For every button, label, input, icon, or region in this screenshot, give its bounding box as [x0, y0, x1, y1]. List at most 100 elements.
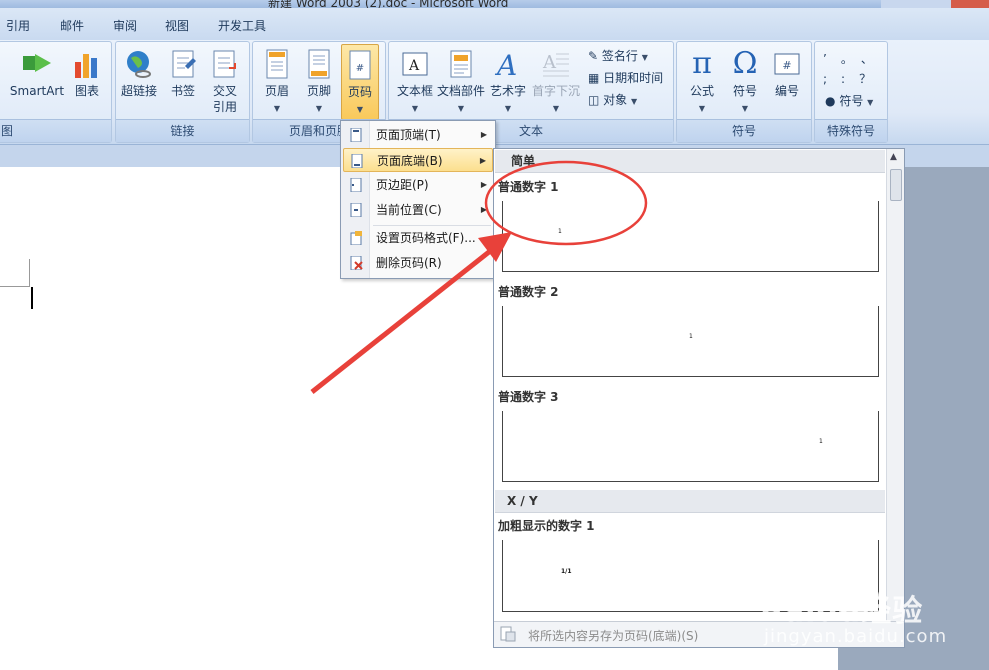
special-symbol-button[interactable]: ● 符号 ▼: [825, 92, 873, 109]
dropdown-arrow-icon: ▼: [457, 104, 465, 113]
group-special-symbols: ’。、 ;:？ ● 符号 ▼ 特殊符号: [814, 41, 888, 143]
hyperlink-button[interactable]: 超链接: [119, 48, 159, 99]
submenu-arrow-icon: ▶: [479, 156, 486, 165]
hyperlink-label: 超链接: [120, 84, 157, 98]
gallery-item-plain-number-2[interactable]: 1: [502, 306, 879, 377]
menu-item-current-position[interactable]: 当前位置(C) ▶: [343, 198, 493, 222]
quickparts-label: 文档部件: [437, 84, 486, 98]
minimize-button[interactable]: [881, 0, 919, 8]
dropdown-arrow-icon: ▼: [552, 104, 560, 113]
tab-review[interactable]: 审阅: [113, 17, 137, 34]
tab-mailings[interactable]: 邮件: [60, 17, 84, 34]
dropdown-arrow-icon: ▼: [411, 104, 419, 113]
crossref-button[interactable]: 交叉 引用: [205, 48, 245, 115]
menu-item-bottom-of-page[interactable]: 页面底端(B) ▶: [343, 148, 493, 172]
symbol-label: 符号: [732, 84, 757, 98]
special-char[interactable]: 、: [861, 52, 887, 66]
special-chars-row-1[interactable]: ’。、: [823, 50, 887, 67]
chart-button[interactable]: 图表: [69, 48, 105, 99]
datetime-label: 日期和时间: [603, 71, 664, 85]
numbering-button[interactable]: # 编号: [767, 48, 807, 99]
footer-label: 页脚: [306, 84, 331, 98]
special-char[interactable]: ？: [859, 72, 885, 86]
svg-text:A: A: [408, 58, 420, 74]
wordart-button[interactable]: A 艺术字 ▼: [488, 48, 528, 117]
tab-references[interactable]: 引用: [6, 17, 30, 34]
menu-item-page-margins[interactable]: 页边距(P) ▶: [343, 173, 493, 197]
scroll-up-arrow-icon[interactable]: ▲: [890, 152, 897, 162]
dropdown-arrow-icon: ▼: [698, 104, 706, 113]
bullet-icon: ●: [825, 94, 836, 108]
maximize-button[interactable]: [917, 0, 955, 8]
equation-label: 公式: [689, 84, 714, 98]
datetime-button[interactable]: ▦ 日期和时间: [588, 69, 663, 86]
watermark-url: jingyan.baidu.com: [764, 626, 948, 647]
group-label-symbols: 符号: [677, 119, 811, 142]
menu-item-format-page-numbers[interactable]: 设置页码格式(F)...: [343, 226, 493, 250]
wordart-icon: A: [494, 49, 517, 80]
globe-icon: [127, 51, 151, 78]
special-chars-row-2[interactable]: ;:？: [823, 70, 885, 87]
page-number-menu: 页面顶端(T) ▶ 页面底端(B) ▶ 页边距(P) ▶ 当前位置(C) ▶ 设…: [340, 120, 496, 279]
symbol-button[interactable]: Ω 符号 ▼: [725, 48, 765, 117]
dropdown-arrow-icon: ▼: [631, 97, 638, 106]
dropdown-arrow-icon: ▼: [356, 105, 364, 114]
crossref-label-2: 引用: [212, 100, 237, 114]
special-char[interactable]: ;: [823, 72, 841, 86]
save-gallery-icon: [500, 626, 516, 642]
dropcap-icon: A: [542, 52, 569, 77]
current-position-icon: [350, 203, 362, 217]
svg-text:#: #: [356, 63, 364, 74]
crossref-icon: [213, 50, 236, 78]
gallery-item-plain-number-3[interactable]: 1: [502, 411, 879, 482]
footer-icon: [308, 49, 330, 79]
header-button[interactable]: 页眉 ▼: [259, 48, 295, 117]
gallery-scrollbar[interactable]: ▲: [886, 149, 904, 621]
dropdown-arrow-icon: ▼: [504, 104, 512, 113]
ribbon-tabs: 引用 邮件 审阅 视图 开发工具: [0, 8, 989, 40]
textbox-button[interactable]: A 文本框 ▼: [393, 48, 437, 117]
submenu-arrow-icon: ▶: [480, 180, 487, 189]
textbox-label: 文本框: [396, 84, 433, 98]
equation-button[interactable]: π 公式 ▼: [681, 48, 723, 117]
group-links: 超链接 书签 交叉 引用 链接: [115, 41, 250, 143]
gallery-section-xy: X / Y: [495, 490, 885, 513]
section-title: 简单: [511, 154, 536, 168]
quickparts-icon: [450, 50, 472, 78]
menu-item-top-of-page[interactable]: 页面顶端(T) ▶: [343, 123, 493, 147]
watermark-brand: Baidu经验: [760, 594, 924, 629]
menu-item-label: 删除页码(R): [376, 256, 442, 270]
scroll-thumb[interactable]: [890, 169, 902, 201]
page-margin-icon: [350, 178, 362, 192]
gallery-section-simple: 简单: [495, 150, 885, 173]
footer-button[interactable]: 页脚 ▼: [301, 48, 337, 117]
crossref-label-1: 交叉: [212, 84, 237, 98]
special-char[interactable]: 。: [841, 52, 861, 66]
page-number-preview: 1/1: [561, 568, 572, 575]
save-selection-label: 将所选内容另存为页码(底端)(S): [528, 629, 699, 643]
signature-icon: ✎: [588, 49, 599, 63]
signature-label: 签名行: [601, 49, 638, 63]
dropdown-arrow-icon: ▼: [641, 53, 648, 62]
quickparts-button[interactable]: 文档部件 ▼: [437, 48, 485, 117]
tab-developer[interactable]: 开发工具: [218, 17, 266, 34]
wordart-label: 艺术字: [489, 84, 526, 98]
smartart-button[interactable]: SmartArt: [9, 48, 65, 99]
object-button[interactable]: ◫ 对象 ▼: [588, 91, 637, 108]
text-cursor: [31, 287, 33, 309]
signature-line-button[interactable]: ✎ 签名行 ▼: [588, 47, 648, 64]
tab-view[interactable]: 视图: [165, 17, 189, 34]
special-symbol-label: 符号: [839, 94, 864, 108]
dropdown-arrow-icon: ▼: [741, 104, 749, 113]
gallery-item-plain-number-1[interactable]: 1: [502, 201, 879, 272]
pi-icon: π: [692, 46, 712, 81]
special-char[interactable]: :: [841, 72, 859, 86]
chart-icon: [75, 54, 97, 78]
close-button[interactable]: [951, 0, 989, 8]
bookmark-button[interactable]: 书签: [166, 48, 200, 99]
dropdown-arrow-icon: ▼: [867, 98, 874, 107]
special-char[interactable]: ’: [823, 52, 841, 66]
page-number-button[interactable]: # 页码 ▼: [341, 44, 379, 120]
dropcap-button[interactable]: A 首字下沉 ▼: [530, 48, 582, 117]
menu-item-remove-page-numbers[interactable]: 删除页码(R): [343, 251, 493, 275]
